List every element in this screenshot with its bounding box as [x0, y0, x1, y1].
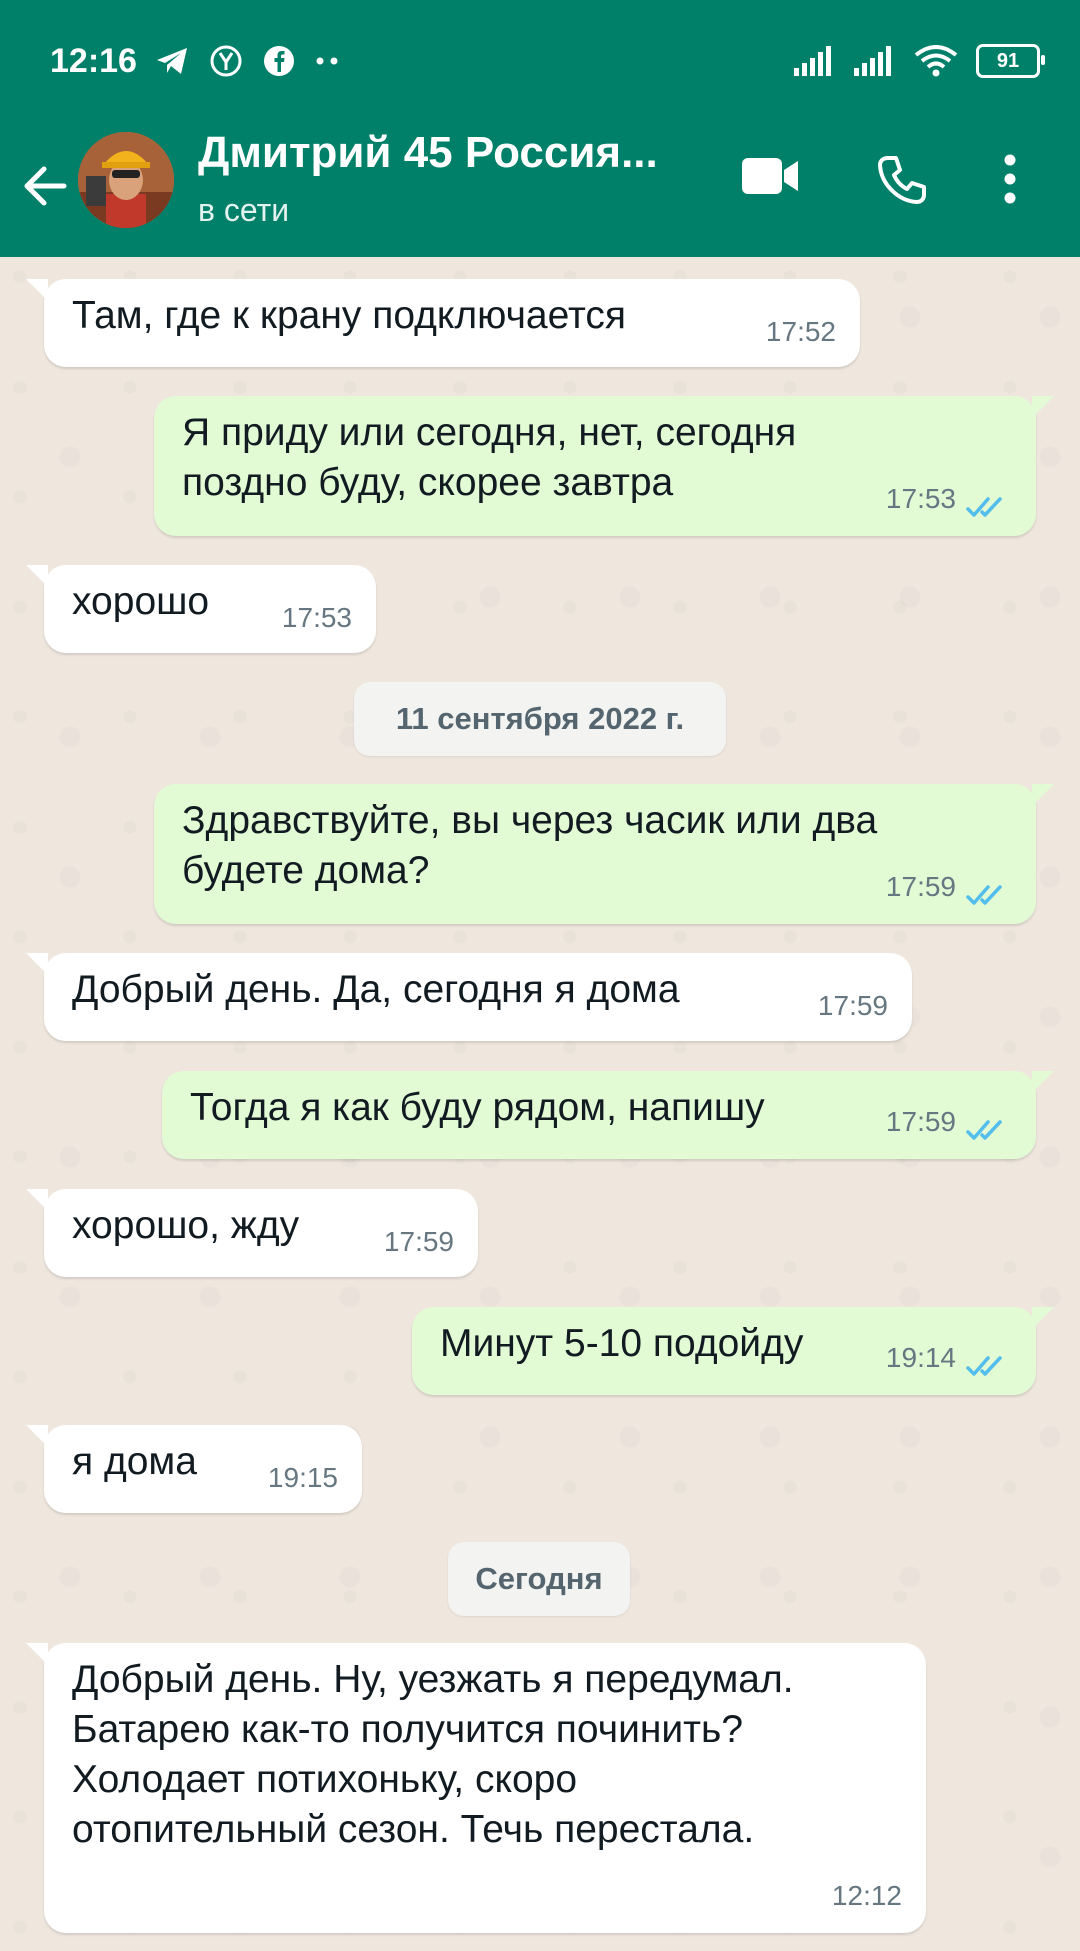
read-receipt-icon	[966, 1120, 1002, 1140]
status-bar: 12:16 91	[0, 0, 1080, 130]
message-bubble-incoming[interactable]: хорошо, жду 17:59	[26, 1189, 478, 1277]
status-notification-icons	[155, 44, 339, 78]
message-time: 19:14	[885, 1342, 956, 1373]
message-time: 17:52	[765, 316, 836, 347]
yandex-icon	[210, 45, 242, 77]
message-time: 12:12	[831, 1880, 902, 1911]
message-bubble-incoming[interactable]: я дома 19:15	[26, 1425, 362, 1513]
message-bubble-incoming[interactable]: Там, где к крану подключается 17:52	[26, 279, 860, 367]
date-separator: 11 сентября 2022 г.	[354, 682, 726, 756]
message-time: 17:59	[885, 871, 956, 902]
contact-status: в сети	[198, 192, 290, 228]
message-bubble-outgoing[interactable]: Здравствуйте, вы через часик или два буд…	[154, 784, 1054, 924]
signal-icon-2	[854, 46, 891, 76]
message-time: 17:59	[885, 1106, 956, 1137]
signal-icon	[794, 46, 831, 76]
message-time: 17:59	[817, 990, 888, 1021]
status-time: 12:16	[50, 42, 137, 80]
message-time: 19:15	[267, 1462, 338, 1493]
message-text: Добрый день. Да, сегодня я дома	[72, 968, 680, 1011]
message-bubble-outgoing[interactable]: Я приду или сегодня, нет, сегодня поздно…	[154, 396, 1054, 536]
message-text: хорошо, жду	[72, 1204, 300, 1247]
read-receipt-icon	[966, 1356, 1002, 1376]
more-options-icon[interactable]	[1004, 154, 1016, 204]
wifi-icon	[914, 45, 958, 77]
telegram-icon	[157, 48, 187, 74]
message-text: Добрый день. Ну, уезжать я передумал. Ба…	[72, 1658, 794, 1851]
read-receipt-icon	[966, 497, 1002, 517]
message-bubble-outgoing[interactable]: Минут 5-10 подойду 19:14	[412, 1307, 1054, 1395]
avatar-image	[78, 132, 174, 228]
message-text: хорошо	[72, 580, 210, 623]
date-separator: Сегодня	[448, 1542, 630, 1616]
back-arrow-icon[interactable]	[18, 158, 74, 214]
status-system-icons: 91	[794, 44, 1045, 78]
facebook-icon	[264, 46, 294, 76]
message-text: я дома	[72, 1440, 197, 1483]
message-time: 17:53	[885, 483, 956, 514]
message-bubble-incoming[interactable]: Добрый день. Ну, уезжать я передумал. Ба…	[26, 1643, 926, 1933]
message-text: Там, где к крану подключается	[72, 294, 627, 337]
message-bubble-incoming[interactable]: хорошо 17:53	[26, 565, 376, 653]
contact-name[interactable]: Дмитрий 45 Россия...	[198, 128, 658, 178]
message-text: Минут 5-10 подойду	[440, 1322, 804, 1365]
message-bubble-incoming[interactable]: Добрый день. Да, сегодня я дома 17:59	[26, 953, 912, 1041]
message-text: Тогда я как буду рядом, напишу	[190, 1086, 765, 1129]
message-text: Здравствуйте, вы через часик или два буд…	[182, 799, 878, 892]
battery-indicator: 91	[976, 44, 1045, 78]
read-receipt-icon	[966, 885, 1002, 905]
message-bubble-outgoing[interactable]: Тогда я как буду рядом, напишу 17:59	[162, 1071, 1054, 1159]
message-text: Я приду или сегодня, нет, сегодня поздно…	[182, 411, 797, 504]
more-notifications-icon	[316, 57, 338, 65]
message-time: 17:59	[383, 1226, 454, 1257]
voice-call-icon[interactable]	[876, 154, 928, 206]
message-time: 17:53	[281, 602, 352, 633]
contact-avatar[interactable]	[78, 132, 174, 228]
video-call-icon[interactable]	[742, 156, 800, 196]
